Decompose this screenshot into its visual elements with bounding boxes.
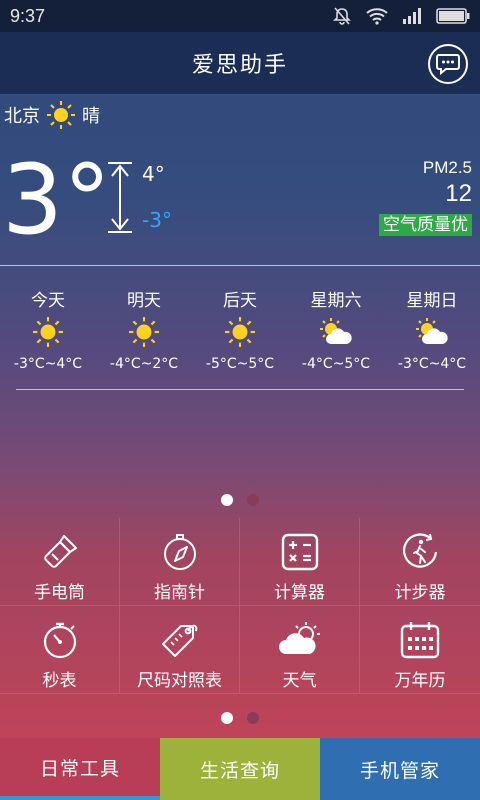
divider-top (0, 265, 480, 266)
tool-label: 指南针 (154, 583, 205, 603)
tools-grid: 手电筒 指南针 计算器 计步器 秒表 尺码对照表 天气 万年历 (0, 518, 480, 694)
forecast-item: 星期日 -3°C~4°C (384, 286, 480, 372)
tool-pedometer[interactable]: 计步器 (360, 518, 480, 606)
tool-size-chart[interactable]: 尺码对照表 (120, 606, 240, 694)
app-title: 爱思助手 (191, 53, 288, 78)
forecast-day: 明天 (127, 291, 161, 311)
signal-icon (403, 8, 421, 24)
partly-cloudy-icon (320, 318, 352, 344)
range-arrow-icon (108, 162, 132, 233)
page-dot[interactable] (247, 494, 259, 506)
sun-icon (225, 317, 255, 347)
bottom-tab-bar: 日常工具 生活查询 手机管家 (0, 738, 480, 800)
sun-icon (129, 317, 159, 347)
tool-label: 天气 (282, 671, 317, 691)
flashlight-icon (43, 535, 77, 568)
wifi-icon (366, 8, 388, 25)
compass-icon (163, 534, 196, 570)
tool-label: 手电筒 (34, 583, 85, 603)
tools-page-indicator (0, 712, 480, 724)
pm25-panel: PM2.5 12 空气质量优 (379, 158, 472, 236)
tool-compass[interactable]: 指南针 (120, 518, 240, 606)
partly-cloudy-icon (416, 318, 448, 344)
chat-icon (436, 54, 460, 75)
stopwatch-icon (43, 622, 76, 659)
tab-phone-manager[interactable]: 手机管家 (320, 738, 480, 800)
forecast-row: 今天 -3°C~4°C 明天 -4°C~2°C 后天 -5°C~5°C 星期六 … (0, 286, 480, 372)
status-bar: 9:37 (0, 0, 480, 32)
forecast-day: 星期日 (406, 291, 458, 311)
tab-daily-tools[interactable]: 日常工具 (0, 738, 160, 800)
forecast-temp: -4°C~5°C (301, 356, 371, 372)
forecast-day: 后天 (223, 291, 257, 311)
tool-label: 计算器 (274, 583, 325, 603)
page-dot[interactable] (247, 712, 259, 724)
tool-label: 万年历 (394, 671, 446, 691)
sun-icon (47, 101, 75, 129)
app-header: 爱思助手 (0, 32, 480, 94)
city-name: 北京 (4, 106, 40, 127)
location-row: 北京 晴 (4, 100, 100, 130)
tool-label: 尺码对照表 (137, 671, 222, 691)
forecast-temp: -4°C~2°C (109, 356, 179, 372)
pm25-label: PM2.5 (422, 158, 472, 177)
forecast-temp: -5°C~5°C (205, 356, 275, 372)
weather-condition: 晴 (82, 106, 100, 127)
forecast-day: 星期六 (310, 291, 362, 311)
page-dot-active[interactable] (221, 494, 233, 506)
weather-icon (278, 622, 320, 654)
tab-life-query[interactable]: 生活查询 (160, 738, 320, 800)
page-dot-active[interactable] (221, 712, 233, 724)
tool-weather[interactable]: 天气 (240, 606, 360, 694)
calendar-icon (400, 622, 440, 659)
battery-icon (436, 8, 470, 24)
status-time: 9:37 (10, 5, 46, 26)
tool-calendar[interactable]: 万年历 (360, 606, 480, 694)
air-quality-badge: 空气质量优 (379, 214, 472, 236)
calculator-icon (281, 533, 318, 571)
tool-label: 计步器 (394, 583, 446, 603)
pm25-value: 12 (445, 180, 472, 207)
forecast-temp: -3°C~4°C (13, 356, 83, 372)
current-temperature: 3° (2, 144, 112, 256)
tool-label: 秒表 (42, 671, 77, 691)
tool-flashlight[interactable]: 手电筒 (0, 518, 120, 606)
pedometer-icon (402, 533, 438, 568)
low-temp: -3° (142, 208, 172, 232)
high-temp: 4° (142, 162, 165, 186)
tool-calculator[interactable]: 计算器 (240, 518, 360, 606)
tool-stopwatch[interactable]: 秒表 (0, 606, 120, 694)
divider-bottom (16, 389, 464, 390)
mute-icon (333, 7, 351, 25)
forecast-item: 今天 -3°C~4°C (0, 286, 96, 372)
forecast-item: 后天 -5°C~5°C (192, 286, 288, 372)
forecast-item: 明天 -4°C~2°C (96, 286, 192, 372)
sun-icon (33, 317, 63, 347)
forecast-temp: -3°C~4°C (397, 356, 467, 372)
temp-range: 4° -3° (104, 160, 184, 240)
forecast-day: 今天 (31, 291, 65, 311)
forecast-item: 星期六 -4°C~5°C (288, 286, 384, 372)
chat-button[interactable] (428, 44, 468, 84)
size-tag-icon (161, 624, 197, 657)
weather-page-indicator (0, 494, 480, 506)
